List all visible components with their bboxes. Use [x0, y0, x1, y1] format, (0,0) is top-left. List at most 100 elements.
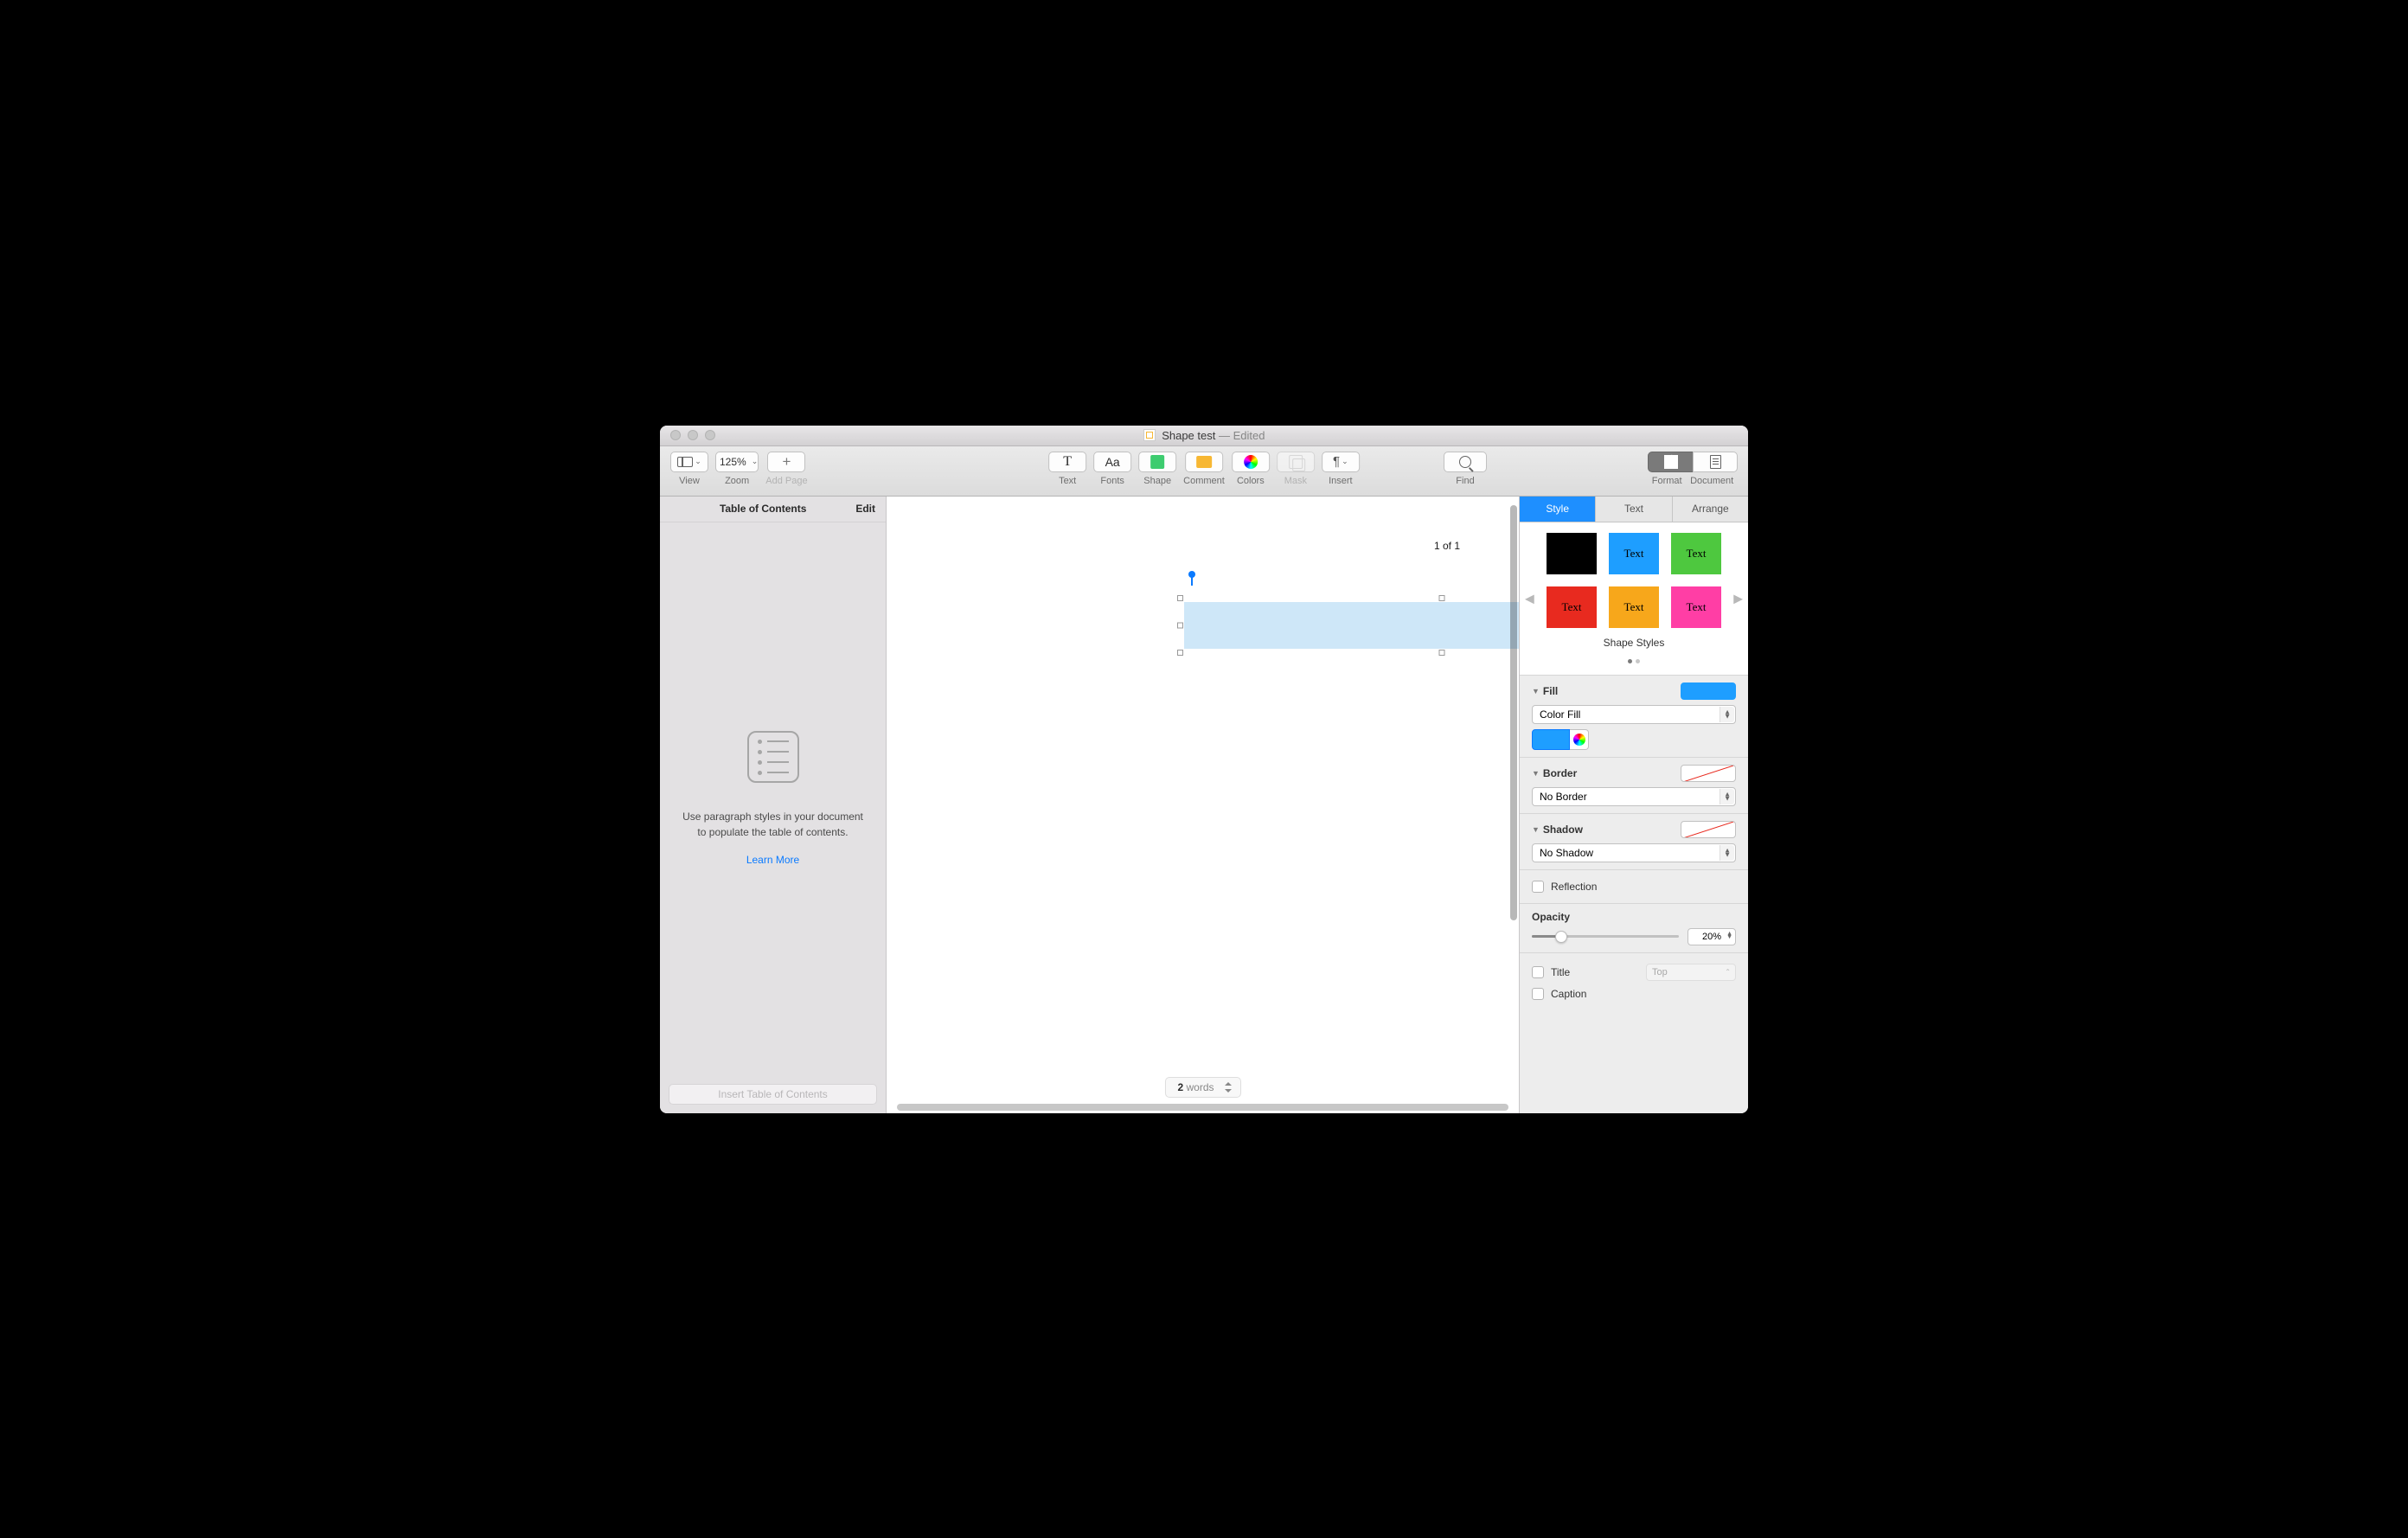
border-section: ▼ Border No Border▲▼	[1520, 757, 1748, 813]
zoom-button[interactable]: 125%⌄	[715, 452, 759, 472]
title-checkbox[interactable]	[1532, 966, 1544, 978]
shadow-type-value: No Shadow	[1540, 847, 1593, 859]
fill-color-chip[interactable]	[1532, 729, 1570, 750]
tab-style[interactable]: Style	[1520, 497, 1596, 522]
shape-label: Shape	[1143, 476, 1171, 486]
edit-button[interactable]: Edit	[855, 503, 875, 515]
resize-handle-s[interactable]	[1439, 650, 1445, 656]
dot-2[interactable]	[1636, 659, 1640, 663]
shadow-type-dropdown[interactable]: No Shadow▲▼	[1532, 843, 1736, 862]
dot-1[interactable]	[1628, 659, 1632, 663]
tab-arrange[interactable]: Arrange	[1673, 497, 1748, 522]
styles-prev-button[interactable]: ◀	[1520, 591, 1540, 606]
fill-color-wheel-button[interactable]	[1570, 729, 1589, 750]
vertical-scrollbar[interactable]	[1508, 497, 1519, 1094]
border-label: Border	[1543, 767, 1677, 779]
word-count-unit: words	[1183, 1081, 1214, 1093]
reflection-checkbox[interactable]	[1532, 881, 1544, 893]
tab-text[interactable]: Text	[1596, 497, 1672, 522]
view-icon	[677, 457, 693, 467]
insert-icon: ¶	[1333, 454, 1340, 469]
resize-handle-nw[interactable]	[1177, 595, 1183, 601]
fonts-button[interactable]: Aa	[1093, 452, 1131, 472]
shape-fill: SLIDE 1	[1184, 602, 1519, 649]
sidebar: Table of Contents Edit Use paragraph sty…	[660, 497, 887, 1113]
style-swatch-red[interactable]: Text	[1547, 586, 1597, 628]
border-type-value: No Border	[1540, 791, 1587, 803]
insert-label: Insert	[1329, 476, 1353, 486]
resize-handle-sw[interactable]	[1177, 650, 1183, 656]
disclosure-fill[interactable]: ▼	[1532, 687, 1540, 695]
disclosure-shadow[interactable]: ▼	[1532, 825, 1540, 834]
style-swatch-black[interactable]	[1547, 533, 1597, 574]
resize-handle-n[interactable]	[1439, 595, 1445, 601]
sidebar-footer: Insert Table of Contents	[660, 1075, 886, 1113]
colors-label: Colors	[1237, 476, 1265, 486]
document-button[interactable]	[1693, 452, 1738, 472]
mask-button	[1277, 452, 1315, 472]
close-icon[interactable]	[670, 430, 681, 440]
text-cursor	[1191, 574, 1193, 586]
fill-preview[interactable]	[1681, 682, 1736, 700]
reflection-label: Reflection	[1551, 881, 1597, 893]
caption-checkbox[interactable]	[1532, 988, 1544, 1000]
add-page-label: Add Page	[765, 476, 807, 486]
border-preview[interactable]	[1681, 765, 1736, 782]
slider-thumb[interactable]	[1555, 931, 1567, 943]
colors-button[interactable]	[1232, 452, 1270, 472]
search-icon	[1459, 456, 1471, 468]
opacity-input[interactable]: 20%▲▼	[1688, 928, 1736, 945]
resize-handle-w[interactable]	[1177, 622, 1183, 628]
style-swatch-orange[interactable]: Text	[1609, 586, 1659, 628]
insert-button[interactable]: ¶⌄	[1322, 452, 1360, 472]
word-count[interactable]: 2 words	[1164, 1077, 1240, 1098]
fill-section: ▼ Fill Color Fill▲▼	[1520, 675, 1748, 757]
window-title: Shape test — Edited	[660, 429, 1748, 442]
color-wheel-icon	[1573, 734, 1585, 746]
brush-icon	[1664, 455, 1678, 469]
text-button[interactable]: T	[1048, 452, 1086, 472]
style-swatch-blue[interactable]: Text	[1609, 533, 1659, 574]
disclosure-border[interactable]: ▼	[1532, 769, 1540, 778]
learn-more-link[interactable]: Learn More	[746, 854, 799, 866]
title-pos-value: Top	[1652, 967, 1668, 977]
zoom-window-icon[interactable]	[705, 430, 715, 440]
add-page-button[interactable]: +	[767, 452, 805, 472]
doc-name: Shape test	[1162, 429, 1215, 442]
insert-toc-button: Insert Table of Contents	[669, 1084, 877, 1105]
minimize-icon[interactable]	[688, 430, 698, 440]
plus-icon: +	[782, 453, 791, 471]
opacity-value: 20%	[1702, 932, 1721, 942]
style-swatch-green[interactable]: Text	[1671, 533, 1721, 574]
shape-button[interactable]	[1138, 452, 1176, 472]
view-button[interactable]: ⌄	[670, 452, 708, 472]
mask-label: Mask	[1284, 476, 1307, 486]
toc-hint: Use paragraph styles in your document to…	[677, 809, 868, 840]
fill-type-dropdown[interactable]: Color Fill▲▼	[1532, 705, 1736, 724]
text-icon: T	[1063, 454, 1072, 470]
horizontal-scrollbar[interactable]	[897, 1104, 1508, 1111]
find-button[interactable]	[1444, 452, 1487, 472]
format-button[interactable]	[1648, 452, 1693, 472]
shadow-preview[interactable]	[1681, 821, 1736, 838]
shape-styles-label: Shape Styles	[1520, 637, 1748, 649]
selected-shape[interactable]: SLIDE 1	[1177, 595, 1519, 656]
document-icon	[1710, 455, 1721, 469]
styles-grid: Text Text Text Text Text	[1520, 533, 1748, 628]
titlebar[interactable]: Shape test — Edited	[660, 426, 1748, 446]
toolbar-center: TText AaFonts Shape Comment Colors Mask …	[1048, 452, 1360, 486]
fonts-label: Fonts	[1100, 476, 1124, 486]
caption-cb-label: Caption	[1551, 988, 1586, 1000]
opacity-slider[interactable]	[1532, 935, 1679, 938]
document-label: Document	[1690, 476, 1733, 486]
canvas[interactable]: 1 of 1 SLIDE 1 2 words	[887, 497, 1519, 1113]
sidebar-body: Use paragraph styles in your document to…	[660, 522, 886, 1075]
border-type-dropdown[interactable]: No Border▲▼	[1532, 787, 1736, 806]
zoom-value: 125%	[716, 456, 750, 468]
document-icon	[1143, 429, 1156, 441]
opacity-section: Opacity 20%▲▼	[1520, 903, 1748, 952]
style-swatch-pink[interactable]: Text	[1671, 586, 1721, 628]
comment-button[interactable]	[1185, 452, 1223, 472]
styles-next-button[interactable]: ▶	[1728, 591, 1748, 606]
toc-title: Table of Contents	[670, 503, 855, 515]
